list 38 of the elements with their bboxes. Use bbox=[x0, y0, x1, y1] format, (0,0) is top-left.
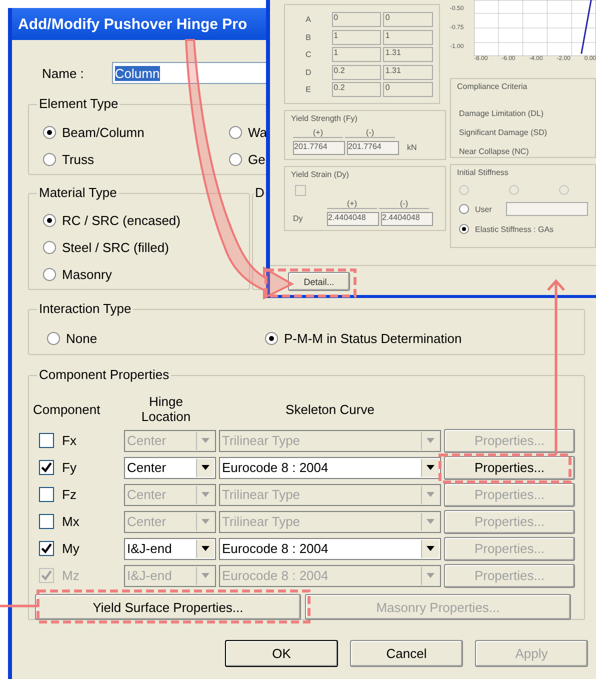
field-label: Dy bbox=[293, 214, 304, 223]
table-cell: 0.2 bbox=[332, 64, 382, 80]
criteria-label: Damage Limitation (DL) bbox=[459, 109, 544, 118]
table-cell-text: B bbox=[304, 32, 312, 42]
unit-label: kN bbox=[407, 143, 417, 152]
window-title: Add/Modify Pushover Hinge Pro bbox=[18, 16, 248, 32]
table-cell-text: E bbox=[304, 85, 312, 94]
column-header: (-) bbox=[345, 128, 395, 138]
table-cell: 0 bbox=[332, 12, 382, 28]
table-cell: 0 bbox=[383, 82, 434, 98]
table-cell: 0 bbox=[383, 12, 434, 28]
group-title: Compliance Criteria bbox=[457, 82, 528, 91]
criteria-label: Near Collapse (NC) bbox=[459, 147, 530, 156]
group-title: Yield Strength (Fy) bbox=[291, 114, 358, 122]
column-header: (+) bbox=[327, 198, 377, 208]
table-cell: 1 bbox=[383, 30, 434, 45]
table-cell-text: A bbox=[304, 15, 312, 24]
group-title: Interaction Type bbox=[37, 301, 134, 316]
column-header: (+) bbox=[293, 128, 343, 138]
column-header: Hinge Location bbox=[140, 394, 192, 424]
group-title: D bbox=[254, 185, 266, 200]
group-title: Material Type bbox=[37, 185, 119, 200]
table-cell-text: C bbox=[304, 50, 312, 60]
table-cell: 1.31 bbox=[383, 47, 434, 62]
column-header: Skeleton Curve bbox=[284, 402, 376, 416]
group-title: Component Properties bbox=[37, 367, 172, 382]
table-cell-text: D bbox=[304, 68, 312, 77]
column-header: (-) bbox=[379, 198, 429, 208]
table-cell: 1.31 bbox=[383, 64, 434, 80]
table-cell: 1 bbox=[332, 30, 382, 45]
group-title: Element Type bbox=[37, 96, 120, 111]
column-header: Component bbox=[33, 402, 102, 416]
table-cell: 0.2 bbox=[332, 82, 382, 98]
table-cell: 1 bbox=[332, 47, 382, 62]
group-title: Initial Stiffness bbox=[457, 168, 508, 177]
name-label: Name : bbox=[42, 66, 84, 80]
criteria-label: Significant Damage (SD) bbox=[459, 128, 548, 137]
group-title: Yield Strain (Dy) bbox=[291, 170, 349, 178]
